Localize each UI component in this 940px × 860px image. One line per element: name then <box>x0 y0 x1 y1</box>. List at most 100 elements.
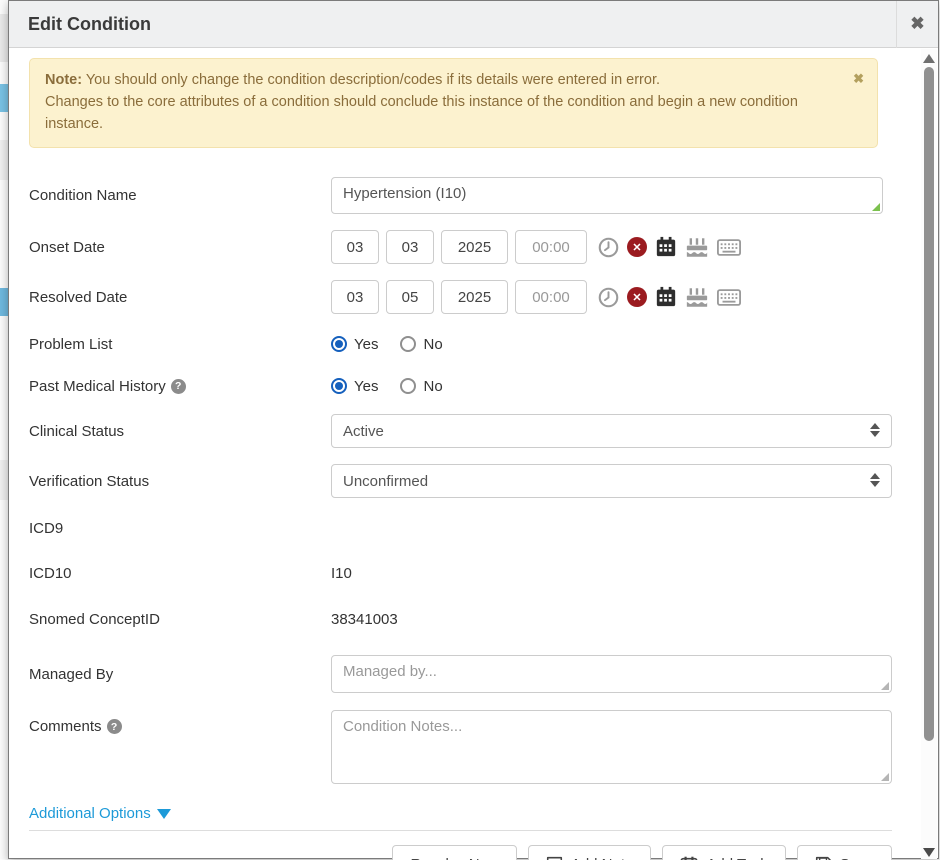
icd10-label: ICD10 <box>29 565 331 582</box>
clinical-status-row: Clinical Status Active <box>29 414 892 448</box>
comments-input[interactable]: Condition Notes... <box>331 710 892 784</box>
comments-row: Comments ? Condition Notes... <box>29 710 892 784</box>
problem-list-no-label: No <box>423 336 442 353</box>
keyboard-icon[interactable] <box>717 239 741 256</box>
radio-checked-icon[interactable] <box>331 336 347 352</box>
clear-date-icon[interactable]: ✕ <box>627 287 647 307</box>
resolved-date-icons: ✕ <box>598 286 741 308</box>
resolved-month-input[interactable]: 05 <box>386 280 434 314</box>
background-block <box>0 288 8 316</box>
verification-status-value: Unconfirmed <box>343 473 428 490</box>
problem-list-yes-option[interactable]: Yes <box>331 336 378 353</box>
footer-divider <box>29 830 892 831</box>
clear-date-icon[interactable]: ✕ <box>627 237 647 257</box>
problem-list-yes-label: Yes <box>354 336 378 353</box>
add-note-label: Add Note <box>571 856 634 860</box>
edit-condition-dialog: Edit Condition ✖ Note: You should only c… <box>8 0 939 859</box>
add-note-button[interactable]: Add Note <box>528 845 652 860</box>
clinical-status-select[interactable]: Active <box>331 414 892 448</box>
snomed-row: Snomed ConceptID 38341003 <box>29 606 892 632</box>
problem-list-no-option[interactable]: No <box>400 336 442 353</box>
pmh-no-option[interactable]: No <box>400 378 442 395</box>
onset-time-input[interactable]: 00:00 <box>515 230 587 264</box>
icd10-row: ICD10 I10 <box>29 560 892 586</box>
managed-by-placeholder: Managed by... <box>343 663 437 680</box>
comments-placeholder: Condition Notes... <box>343 718 462 735</box>
select-arrows-icon <box>870 423 880 437</box>
pmh-no-label: No <box>423 378 442 395</box>
scroll-down-icon[interactable] <box>923 848 935 857</box>
note-icon <box>546 856 563 860</box>
modal-scrollbar[interactable] <box>921 49 937 859</box>
keyboard-icon[interactable] <box>717 289 741 306</box>
help-icon[interactable]: ? <box>171 379 186 394</box>
background-block <box>0 84 8 112</box>
clock-icon[interactable] <box>598 287 619 308</box>
resolved-year-input[interactable]: 2025 <box>441 280 508 314</box>
additional-options-row: Additional Options <box>29 805 892 823</box>
resolved-date-label: Resolved Date <box>29 289 331 306</box>
warning-note-line2: Changes to the core attributes of a cond… <box>45 94 798 132</box>
onset-date-label: Onset Date <box>29 239 331 256</box>
dialog-title: Edit Condition <box>9 14 896 35</box>
onset-date-icons: ✕ <box>598 236 741 258</box>
add-task-label: Add Task <box>706 856 767 860</box>
birthday-icon[interactable] <box>685 237 709 258</box>
add-task-button[interactable]: Add Task <box>662 845 785 860</box>
icd9-label: ICD9 <box>29 520 331 537</box>
warning-note-text: Note: You should only change the conditi… <box>45 70 843 135</box>
resolved-date-row: Resolved Date 03 05 2025 00:00 ✕ <box>29 280 892 314</box>
comments-label-text: Comments <box>29 718 102 735</box>
verification-status-select[interactable]: Unconfirmed <box>331 464 892 498</box>
pmh-yes-option[interactable]: Yes <box>331 378 378 395</box>
radio-unchecked-icon[interactable] <box>400 378 416 394</box>
past-medical-history-row: Past Medical History ? Yes No <box>29 375 892 397</box>
snomed-label: Snomed ConceptID <box>29 611 331 628</box>
help-icon[interactable]: ? <box>107 719 122 734</box>
icd10-value: I10 <box>331 565 352 582</box>
problem-list-radios: Yes No <box>331 336 443 353</box>
verification-status-label: Verification Status <box>29 473 331 490</box>
background-page-strip <box>0 0 8 859</box>
onset-day-input[interactable]: 03 <box>331 230 379 264</box>
onset-year-input[interactable]: 2025 <box>441 230 508 264</box>
close-icon[interactable]: ✖ <box>896 1 938 48</box>
save-icon <box>815 856 832 860</box>
clinical-status-label: Clinical Status <box>29 423 331 440</box>
clinical-status-value: Active <box>343 423 384 440</box>
calendar-icon[interactable] <box>655 286 677 308</box>
resolved-day-input[interactable]: 03 <box>331 280 379 314</box>
dialog-body: Note: You should only change the conditi… <box>9 48 938 860</box>
clock-icon[interactable] <box>598 237 619 258</box>
comments-label: Comments ? <box>29 718 331 735</box>
managed-by-input[interactable]: Managed by... <box>331 655 892 693</box>
warning-note-line1: You should only change the condition des… <box>82 72 660 88</box>
calendar-icon[interactable] <box>655 236 677 258</box>
dialog-footer: Resolve Now Add Note Add Task <box>29 845 892 860</box>
additional-options-link[interactable]: Additional Options <box>29 805 171 822</box>
warning-note-prefix: Note: <box>45 72 82 88</box>
onset-month-input[interactable]: 03 <box>386 230 434 264</box>
radio-unchecked-icon[interactable] <box>400 336 416 352</box>
condition-name-label: Condition Name <box>29 187 331 204</box>
resolve-now-button[interactable]: Resolve Now <box>392 845 516 860</box>
resize-handle-icon[interactable] <box>872 203 880 211</box>
radio-checked-icon[interactable] <box>331 378 347 394</box>
past-medical-history-label-text: Past Medical History <box>29 378 166 395</box>
condition-name-input[interactable]: Hypertension (I10) <box>331 177 883 214</box>
resize-handle-icon[interactable] <box>881 682 889 690</box>
save-button[interactable]: Save <box>797 845 892 860</box>
scrollbar-thumb[interactable] <box>924 67 934 741</box>
note-dismiss-icon[interactable]: ✖ <box>853 69 864 89</box>
snomed-value: 38341003 <box>331 611 398 628</box>
resize-handle-icon[interactable] <box>881 773 889 781</box>
managed-by-label: Managed By <box>29 666 331 683</box>
resolved-time-input[interactable]: 00:00 <box>515 280 587 314</box>
past-medical-history-radios: Yes No <box>331 378 443 395</box>
scroll-up-icon[interactable] <box>923 54 935 63</box>
onset-date-row: Onset Date 03 03 2025 00:00 ✕ <box>29 230 892 264</box>
condition-name-row: Condition Name Hypertension (I10) <box>29 177 892 214</box>
verification-status-row: Verification Status Unconfirmed <box>29 464 892 498</box>
birthday-icon[interactable] <box>685 287 709 308</box>
pmh-yes-label: Yes <box>354 378 378 395</box>
